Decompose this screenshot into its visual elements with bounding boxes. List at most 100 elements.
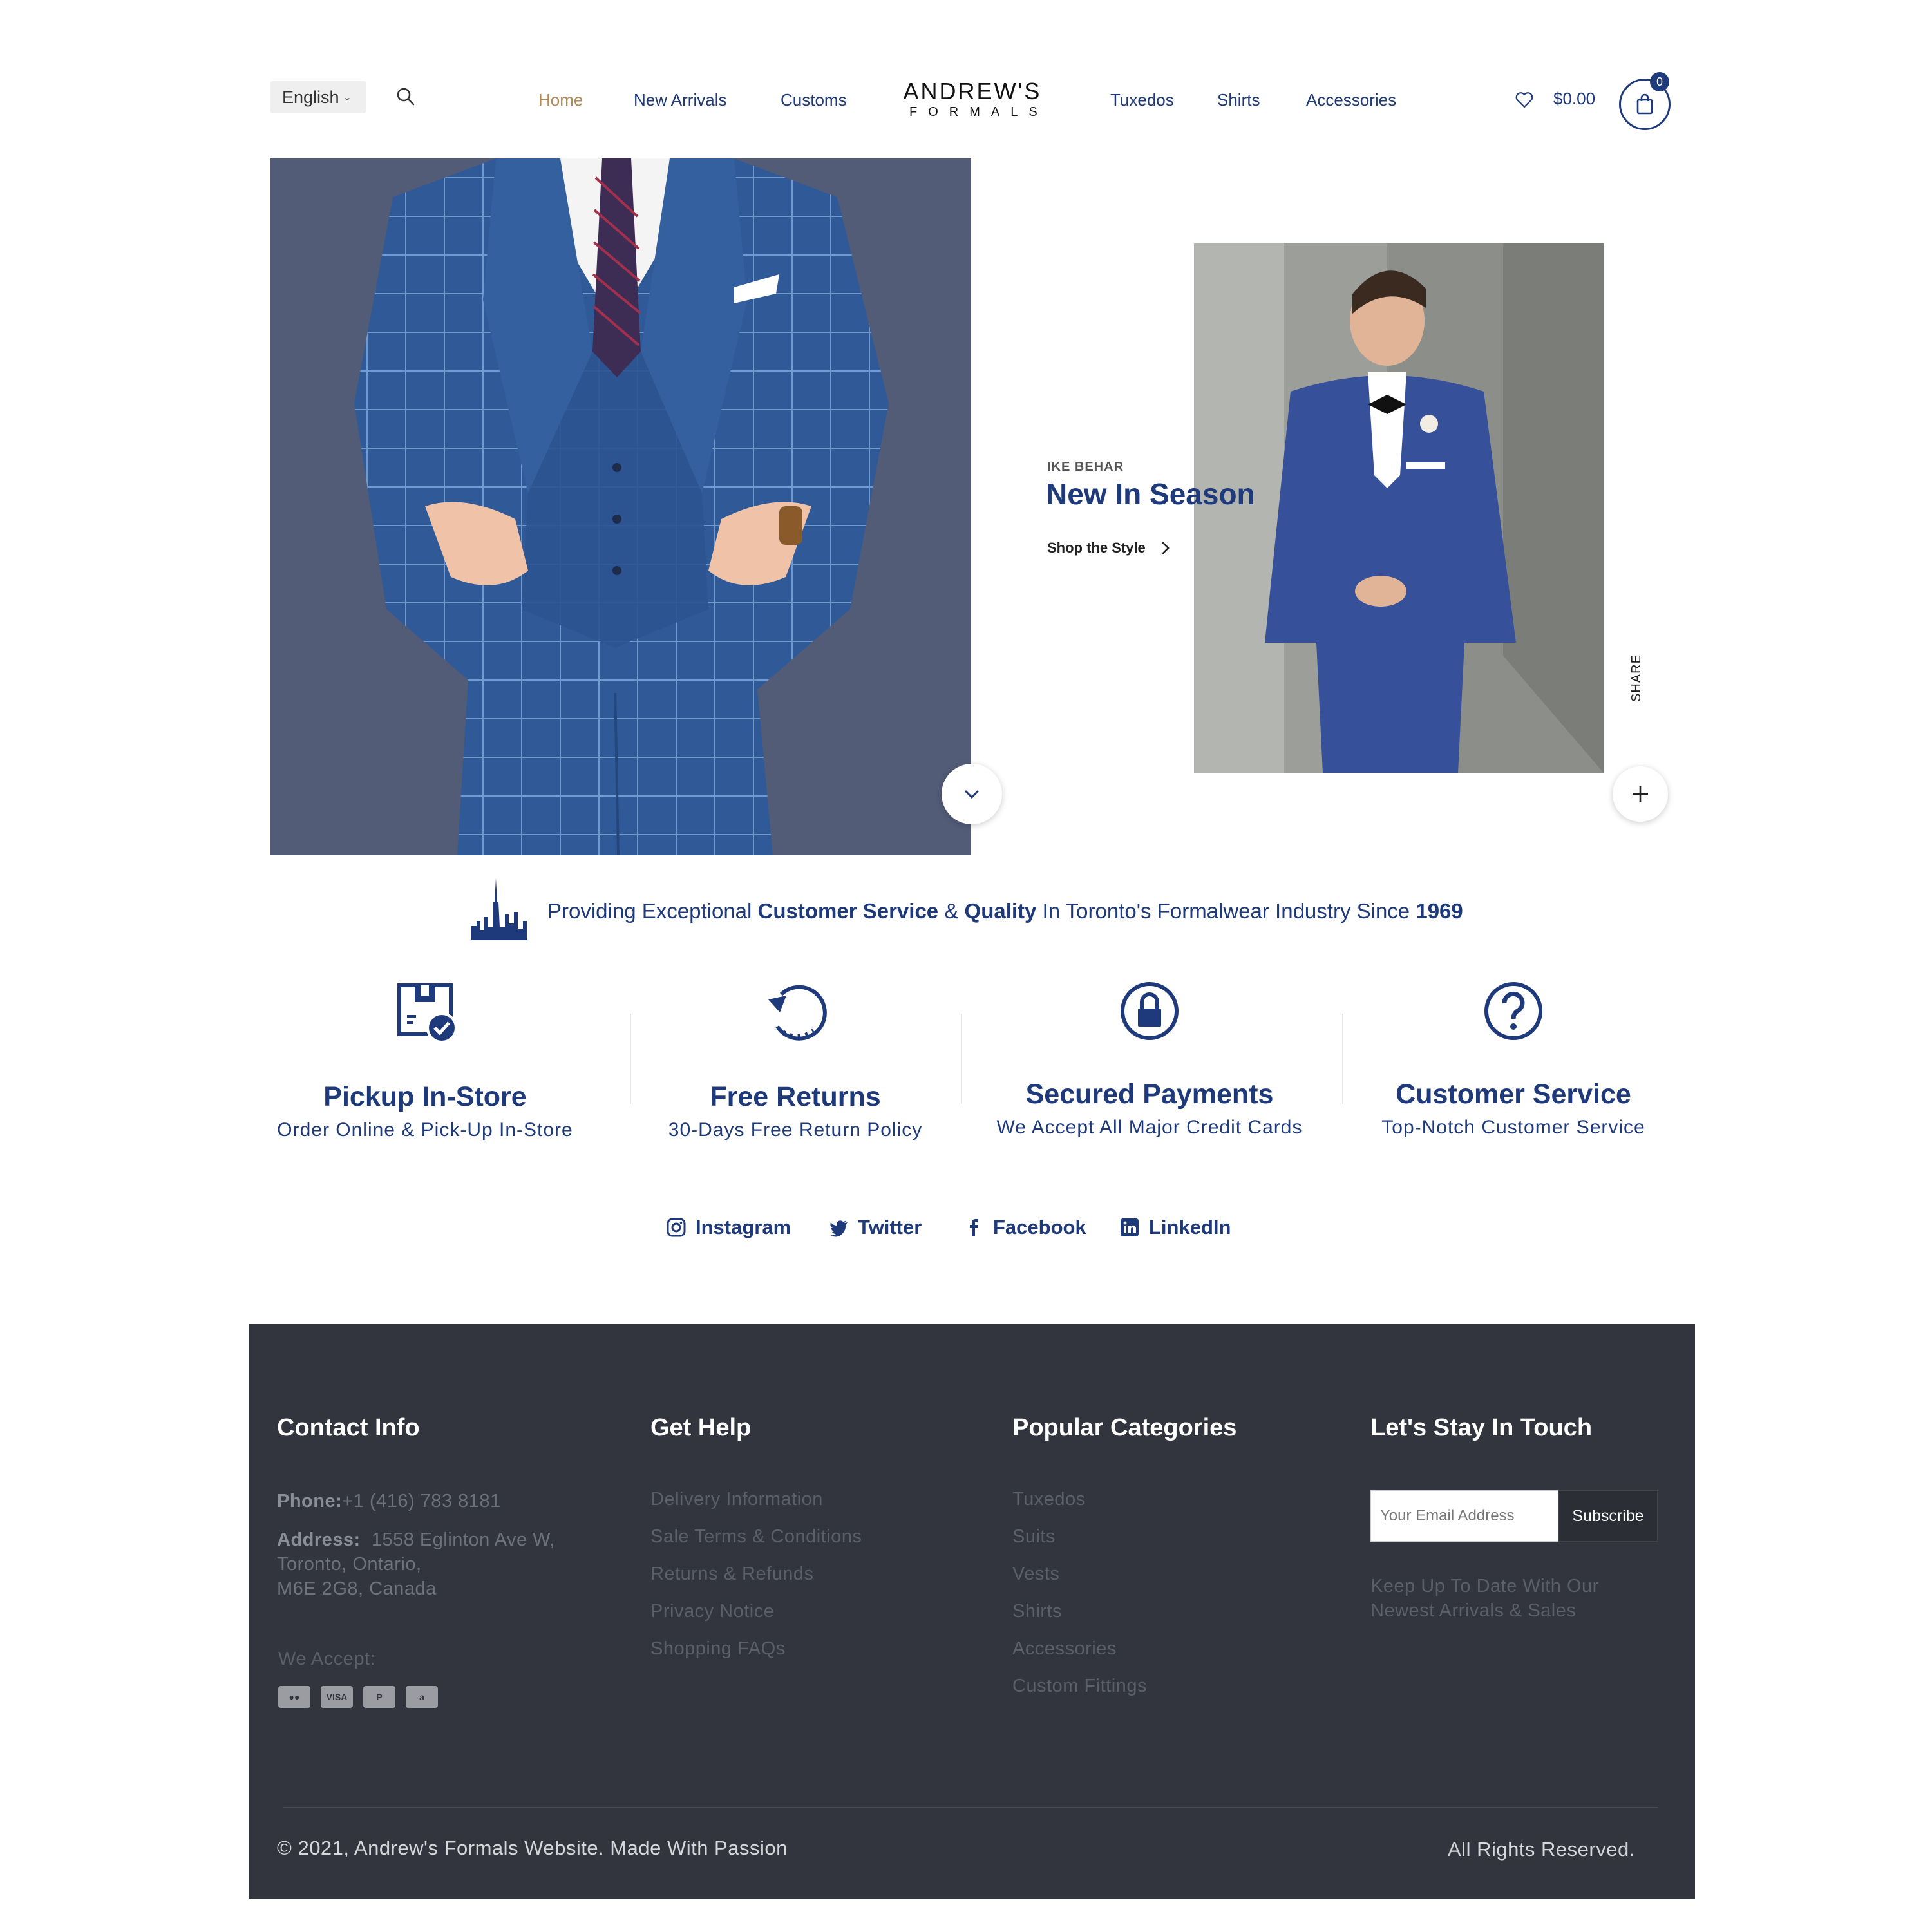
subscribe-button[interactable]: Subscribe bbox=[1558, 1490, 1658, 1542]
tagline-bold-1: Customer Service bbox=[757, 899, 939, 923]
chevron-down-icon bbox=[965, 790, 979, 799]
tagline-text-3: In Toronto's Formalwear Industry Since bbox=[1036, 899, 1416, 923]
facebook-icon bbox=[970, 1219, 978, 1236]
footer-category-link[interactable]: Suits bbox=[1012, 1526, 1056, 1548]
feature-subtitle: 30-Days Free Return Policy bbox=[668, 1119, 923, 1141]
social-label: Facebook bbox=[993, 1216, 1086, 1238]
hero-suit-image[interactable] bbox=[270, 158, 971, 855]
nav-tuxedos[interactable]: Tuxedos bbox=[1110, 90, 1174, 110]
nav-shirts[interactable]: Shirts bbox=[1217, 90, 1260, 110]
footer-contact-title: Contact Info bbox=[277, 1414, 420, 1441]
social-instagram[interactable]: Instagram bbox=[666, 1216, 791, 1239]
question-icon bbox=[1484, 982, 1542, 1040]
plus-icon bbox=[1633, 786, 1648, 802]
feature-divider bbox=[1342, 1014, 1343, 1104]
footer-help-link[interactable]: Sale Terms & Conditions bbox=[650, 1526, 862, 1548]
return-icon bbox=[768, 985, 827, 1041]
copyright-text: © 2021, Andrew's Formals Website. Made W… bbox=[277, 1837, 788, 1859]
footer-category-link[interactable]: Shirts bbox=[1012, 1601, 1062, 1622]
feature-subtitle: Top-Notch Customer Service bbox=[1381, 1117, 1645, 1138]
feature-title: Secured Payments bbox=[1025, 1079, 1274, 1110]
address-label: Address: bbox=[277, 1530, 361, 1550]
footer-address: Address: 1558 Eglinton Ave W, Toronto, O… bbox=[277, 1528, 555, 1601]
mastercard-icon: ●● bbox=[278, 1686, 310, 1708]
newsletter-description: Keep Up To Date With Our Newest Arrivals… bbox=[1370, 1574, 1599, 1623]
footer-help-link[interactable]: Shopping FAQs bbox=[650, 1638, 786, 1660]
tagline-text-2: & bbox=[938, 899, 965, 923]
footer-category-link[interactable]: Vests bbox=[1012, 1564, 1059, 1585]
footer-help-title: Get Help bbox=[650, 1414, 752, 1441]
share-label: SHARE bbox=[1629, 654, 1643, 702]
site-logo[interactable]: ANDREW'S FORMALS bbox=[902, 79, 1043, 120]
footer-category-link[interactable]: Accessories bbox=[1012, 1638, 1117, 1660]
feature-divider bbox=[630, 1014, 631, 1104]
hero-model-image[interactable] bbox=[1194, 243, 1604, 773]
footer-category-link[interactable]: Custom Fittings bbox=[1012, 1676, 1147, 1697]
feature-subtitle: We Accept All Major Credit Cards bbox=[996, 1117, 1303, 1138]
feature-returns: Free Returns 30-Days Free Return Policy bbox=[644, 979, 947, 1141]
nav-home[interactable]: Home bbox=[538, 90, 583, 110]
lock-icon bbox=[1121, 982, 1179, 1040]
footer-divider bbox=[283, 1807, 1658, 1808]
social-twitter[interactable]: Twitter bbox=[828, 1216, 922, 1239]
cart-total[interactable]: $0.00 bbox=[1553, 89, 1595, 109]
feature-title: Customer Service bbox=[1396, 1079, 1631, 1110]
scroll-down-button[interactable] bbox=[942, 764, 1002, 824]
feature-divider bbox=[961, 1014, 962, 1104]
search-icon[interactable] bbox=[395, 86, 416, 107]
model-illustration bbox=[1194, 243, 1604, 773]
footer-phone: Phone:+1 (416) 783 8181 bbox=[277, 1489, 501, 1513]
suit-illustration bbox=[354, 158, 889, 855]
logo-line1: ANDREW'S bbox=[903, 78, 1042, 104]
feature-pickup: Pickup In-Store Order Online & Pick-Up I… bbox=[264, 979, 586, 1141]
nav-customs[interactable]: Customs bbox=[781, 90, 847, 110]
shop-link-label: Shop the Style bbox=[1047, 540, 1146, 556]
footer-help-link[interactable]: Delivery Information bbox=[650, 1489, 823, 1510]
tagline-bold-3: 1969 bbox=[1416, 899, 1463, 923]
newsletter-email-input[interactable] bbox=[1370, 1490, 1558, 1542]
address-line3: M6E 2G8, Canada bbox=[277, 1578, 437, 1599]
social-linkedin[interactable]: LinkedIn bbox=[1119, 1216, 1231, 1239]
address-line1: 1558 Eglinton Ave W, bbox=[371, 1530, 555, 1550]
paypal-icon: P bbox=[363, 1686, 395, 1708]
social-label: LinkedIn bbox=[1149, 1216, 1231, 1238]
feature-customer-service: Customer Service Top-Notch Customer Serv… bbox=[1359, 979, 1668, 1139]
we-accept-label: We Accept: bbox=[278, 1649, 376, 1669]
chevron-right-icon bbox=[1162, 542, 1170, 554]
twitter-icon bbox=[830, 1220, 848, 1237]
toronto-skyline-icon bbox=[471, 878, 527, 940]
logo-line2: FORMALS bbox=[909, 105, 1048, 119]
tagline: Providing Exceptional Customer Service &… bbox=[547, 899, 1463, 923]
language-selector[interactable]: English ⌄ bbox=[270, 81, 366, 113]
social-facebook[interactable]: Facebook bbox=[963, 1216, 1086, 1239]
nav-accessories[interactable]: Accessories bbox=[1306, 90, 1396, 110]
shopping-bag-icon bbox=[1636, 93, 1653, 115]
nav-new-arrivals[interactable]: New Arrivals bbox=[634, 90, 726, 110]
tagline-text-1: Providing Exceptional bbox=[547, 899, 758, 923]
rights-text: All Rights Reserved. bbox=[1448, 1838, 1635, 1861]
linkedin-icon bbox=[1121, 1218, 1139, 1236]
phone-number[interactable]: +1 (416) 783 8181 bbox=[342, 1491, 500, 1511]
cart-count-badge: 0 bbox=[1650, 72, 1669, 91]
shop-the-style-link[interactable]: Shop the Style bbox=[1047, 540, 1170, 556]
share-plus-button[interactable] bbox=[1613, 766, 1668, 822]
footer-help-link[interactable]: Returns & Refunds bbox=[650, 1564, 814, 1585]
hero-title: New In Season bbox=[1046, 477, 1255, 511]
feature-title: Pickup In-Store bbox=[323, 1081, 527, 1112]
wishlist-heart-icon[interactable] bbox=[1515, 90, 1534, 109]
footer-help-link[interactable]: Privacy Notice bbox=[650, 1601, 774, 1622]
footer-touch-title: Let's Stay In Touch bbox=[1370, 1414, 1593, 1441]
address-line2: Toronto, Ontario, bbox=[277, 1554, 422, 1575]
feature-payments: Secured Payments We Accept All Major Cre… bbox=[972, 979, 1327, 1139]
hero-brand-label: IKE BEHAR bbox=[1047, 460, 1124, 474]
amazon-icon: a bbox=[406, 1686, 438, 1708]
keep-line2: Newest Arrivals & Sales bbox=[1370, 1600, 1577, 1621]
language-label: English bbox=[282, 87, 339, 107]
store-pickup-icon bbox=[397, 983, 457, 1043]
visa-icon: VISA bbox=[321, 1686, 353, 1708]
chevron-down-icon: ⌄ bbox=[343, 92, 352, 103]
tagline-bold-2: Quality bbox=[964, 899, 1037, 923]
feature-title: Free Returns bbox=[710, 1081, 881, 1112]
footer-category-link[interactable]: Tuxedos bbox=[1012, 1489, 1086, 1510]
social-label: Instagram bbox=[696, 1216, 791, 1238]
